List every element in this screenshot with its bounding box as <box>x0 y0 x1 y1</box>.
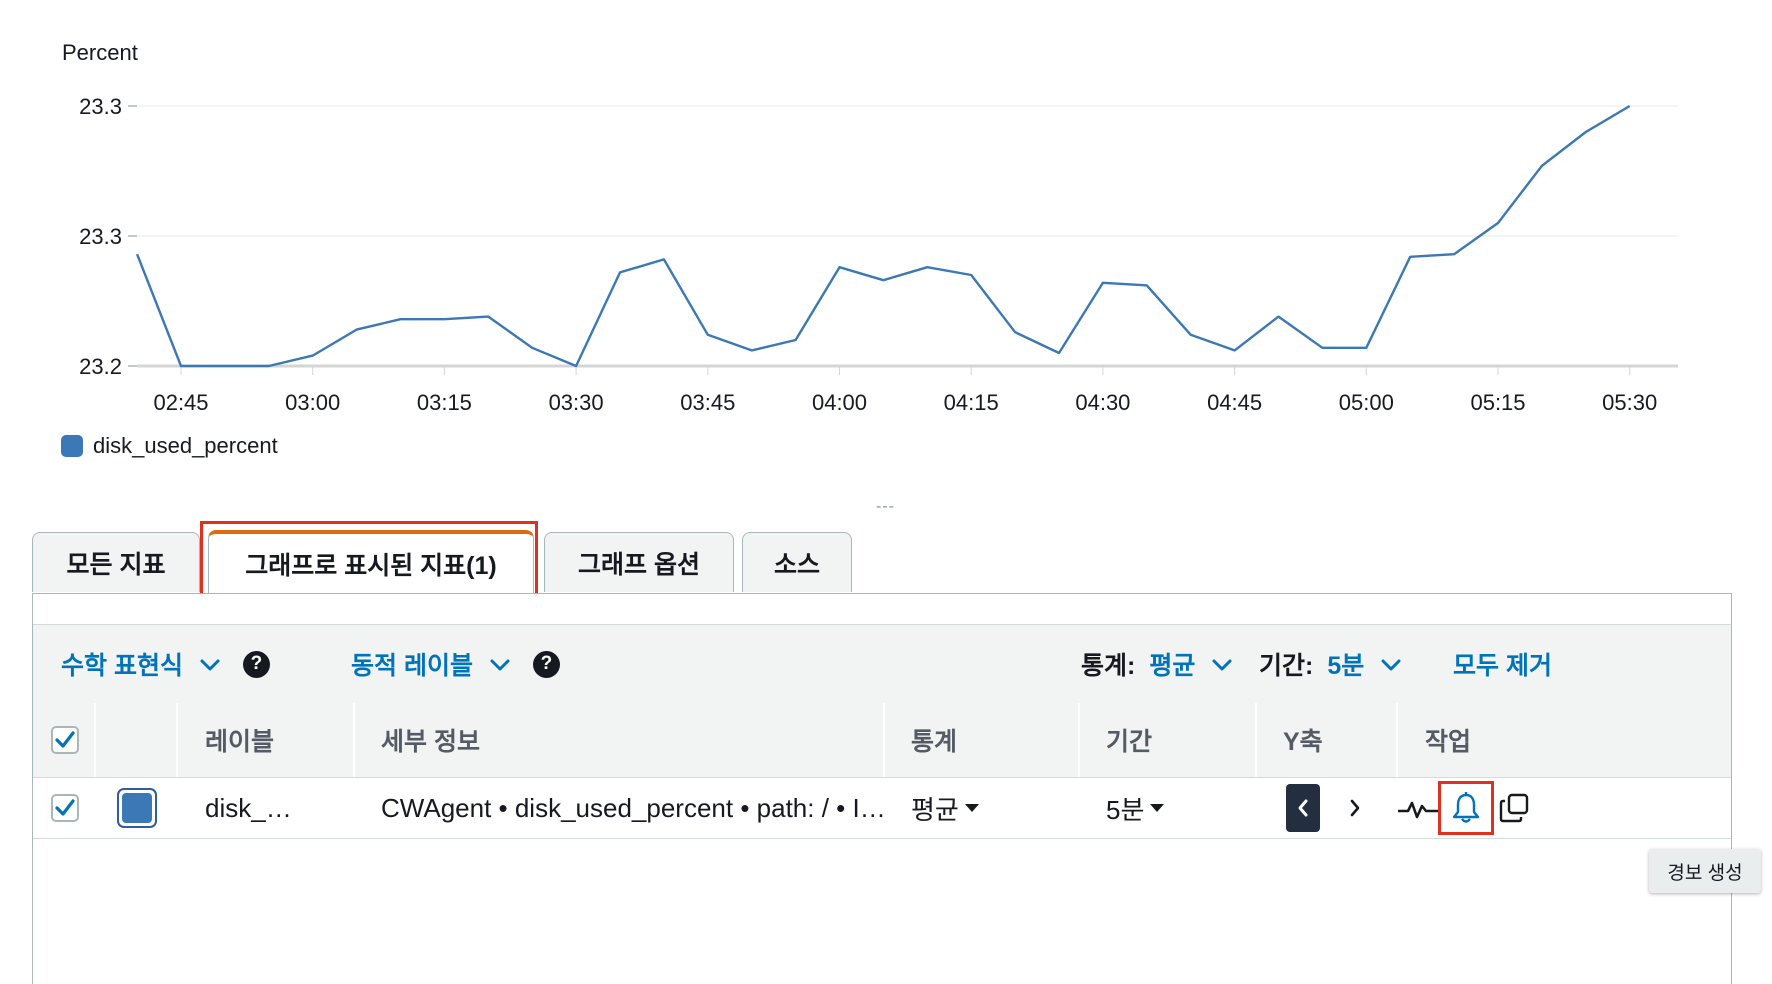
row-color-cell <box>117 778 157 838</box>
chart-area: Percent 23.3 23.3 23.2 02:45 03:00 03:15 03:30… <box>0 0 1772 470</box>
legend-swatch <box>61 435 83 457</box>
column-divider <box>176 703 178 777</box>
tab-highlight-box <box>200 521 538 601</box>
tab-source[interactable]: 소스 <box>742 532 852 592</box>
chevron-down-icon[interactable] <box>1380 650 1402 679</box>
math-expression-dropdown[interactable]: 수학 표현식 <box>61 646 183 682</box>
row-y-axis-cell <box>1286 778 1372 838</box>
statistic-label: 통계: <box>1081 652 1136 680</box>
chevron-down-icon[interactable] <box>489 650 511 679</box>
column-divider <box>353 703 355 777</box>
table-row: disk_… CWAgent • disk_used_percent • pat… <box>33 778 1731 839</box>
line-chart: 23.3 23.3 23.2 02:45 03:00 03:15 03:30 03:45 04:… <box>79 94 1678 415</box>
caret-down-icon <box>964 804 979 812</box>
select-all-cell <box>51 703 111 777</box>
x-tick-label: 05:00 <box>1339 390 1394 415</box>
x-tick-label: 03:15 <box>417 390 472 415</box>
column-divider <box>1396 703 1398 777</box>
column-divider <box>1078 703 1080 777</box>
help-icon[interactable]: ? <box>242 650 270 678</box>
checkmark-icon <box>55 799 75 816</box>
row-period-dropdown[interactable]: 5분 <box>1106 778 1165 838</box>
column-header-label: 레이블 <box>205 728 275 756</box>
column-header-statistic: 통계 <box>911 728 958 756</box>
resize-handle[interactable]: --- <box>876 498 895 516</box>
column-header-y-axis: Y축 <box>1283 728 1323 756</box>
x-tick-label: 03:00 <box>285 390 340 415</box>
column-divider <box>94 703 96 777</box>
remove-all-group: 모두 제거 <box>1453 625 1552 703</box>
metrics-toolbar: 수학 표현식 ? 동적 레이블 ? 통계: 평균 기간: 5분 모두 제거 <box>33 624 1731 704</box>
dynamic-label-group: 동적 레이블 ? <box>351 625 560 703</box>
x-tick-label: 04:30 <box>1075 390 1130 415</box>
x-tick-label: 03:45 <box>680 390 735 415</box>
legend-label: disk_used_percent <box>93 433 278 458</box>
x-tick-label: 04:45 <box>1207 390 1262 415</box>
y-tick-label: 23.2 <box>79 354 122 379</box>
x-tick-label: 05:30 <box>1602 390 1657 415</box>
column-header-actions: 작업 <box>1425 728 1472 756</box>
row-statistic-value: 평균 <box>911 794 959 825</box>
column-header-details: 세부 정보 <box>381 728 480 756</box>
row-label[interactable]: disk_… <box>205 778 292 838</box>
row-actions-cell <box>1397 778 1439 838</box>
x-tick-label: 02:45 <box>153 390 208 415</box>
series-color-swatch <box>122 793 152 823</box>
create-alarm-button[interactable] <box>1438 781 1494 835</box>
caret-down-icon <box>1150 804 1165 812</box>
chevron-down-icon[interactable] <box>1211 650 1233 679</box>
checkmark-icon <box>55 731 75 748</box>
row-period-value: 5분 <box>1106 794 1145 825</box>
row-details: CWAgent • disk_used_percent • path: / • … <box>381 792 886 823</box>
tab-label: 소스 <box>773 550 820 579</box>
chevron-right-icon <box>1350 799 1360 817</box>
statistic-group: 통계: 평균 <box>1081 625 1233 703</box>
chart-legend[interactable]: disk_used_percent <box>61 433 278 459</box>
column-header-period: 기간 <box>1106 728 1153 756</box>
copy-icon[interactable] <box>1498 792 1530 824</box>
x-tick-label: 05:15 <box>1470 390 1525 415</box>
row-select-cell <box>51 778 79 838</box>
period-group: 기간: 5분 <box>1259 625 1402 703</box>
column-divider <box>883 703 885 777</box>
y-axis-right-button[interactable] <box>1338 784 1372 832</box>
period-dropdown[interactable]: 5분 <box>1327 646 1364 682</box>
dynamic-label-dropdown[interactable]: 동적 레이블 <box>351 646 473 682</box>
x-tick-label: 03:30 <box>549 390 604 415</box>
y-tick-label: 23.3 <box>79 224 122 249</box>
period-label: 기간: <box>1259 652 1314 680</box>
chevron-down-icon[interactable] <box>199 650 221 679</box>
math-expression-group: 수학 표현식 ? <box>61 625 270 703</box>
graphed-metrics-panel: 수학 표현식 ? 동적 레이블 ? 통계: 평균 기간: 5분 모두 제거 레이… <box>32 593 1732 984</box>
tab-label: 모든 지표 <box>66 550 166 579</box>
row-copy-cell <box>1498 778 1530 838</box>
tooltip: 경보 생성 <box>1649 849 1761 893</box>
tab-label: 그래프 옵션 <box>578 550 700 579</box>
remove-all-button[interactable]: 모두 제거 <box>1453 646 1552 682</box>
table-header: 레이블 세부 정보 통계 기간 Y축 작업 <box>33 703 1731 778</box>
x-tick-label: 04:00 <box>812 390 867 415</box>
tab-graph-options[interactable]: 그래프 옵션 <box>544 532 734 592</box>
row-statistic-dropdown[interactable]: 평균 <box>911 778 979 838</box>
chevron-left-icon <box>1298 799 1308 817</box>
x-tick-label: 04:15 <box>944 390 999 415</box>
select-all-checkbox[interactable] <box>51 726 79 754</box>
tab-all-metrics[interactable]: 모든 지표 <box>32 532 200 592</box>
y-axis-left-button[interactable] <box>1286 784 1320 832</box>
sparkline-icon[interactable] <box>1397 794 1439 822</box>
y-tick-label: 23.3 <box>79 94 122 119</box>
statistic-dropdown[interactable]: 평균 <box>1149 646 1195 682</box>
series-color-picker[interactable] <box>117 788 157 828</box>
bell-icon <box>1452 792 1480 823</box>
row-checkbox[interactable] <box>51 794 79 822</box>
column-divider <box>1255 703 1257 777</box>
help-icon[interactable]: ? <box>532 650 560 678</box>
